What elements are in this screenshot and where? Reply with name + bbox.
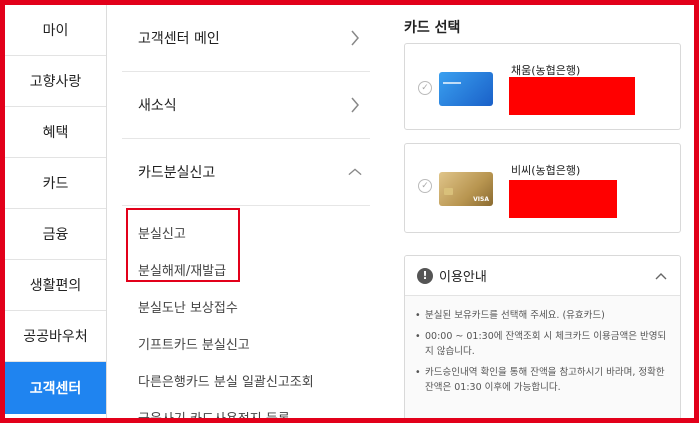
submenu-loss-release-reissue[interactable]: 분실해제/재발급 — [122, 251, 370, 288]
submenu-loss-report[interactable]: 분실신고 — [122, 214, 370, 251]
sidebar-item-benefits[interactable]: 혜택 — [5, 107, 106, 158]
check-circle-icon[interactable]: ✓ — [418, 179, 432, 193]
menu-row-label: 새소식 — [138, 98, 177, 114]
sidebar-item-finance[interactable]: 금융 — [5, 209, 106, 260]
card-image: VISA — [439, 172, 493, 206]
menu-row-customer-center-main[interactable]: 고객센터 메인 — [122, 5, 370, 72]
usage-guide-line: 00:00 ~ 01:30에 잔액조회 시 체크카드 이용금액은 반영되지 않습… — [415, 329, 670, 359]
usage-guide-header[interactable]: ! 이용안내 — [405, 256, 680, 296]
submenu-other-bank-bulk-report[interactable]: 다른은행카드 분실 일괄신고조회 — [122, 362, 370, 399]
redaction-box — [509, 180, 617, 218]
card-image — [439, 72, 493, 106]
menu-row-news[interactable]: 새소식 — [122, 72, 370, 139]
card-select-title: 카드 선택 — [404, 20, 461, 36]
sidebar-item-hometown[interactable]: 고향사랑 — [5, 56, 106, 107]
card-loss-submenu: 분실신고 분실해제/재발급 분실도난 보상접수 기프트카드 분실신고 다른은행카… — [122, 206, 370, 423]
submenu-theft-compensation[interactable]: 분실도난 보상접수 — [122, 288, 370, 325]
submenu-fraud-card-suspension[interactable]: 금융사기 카드사용정지 등록 — [122, 399, 370, 423]
usage-guide-line: 카드승인내역 확인을 통해 잔액을 참고하시기 바라며, 정확한 잔액은 01:… — [415, 365, 670, 395]
chevron-up-icon — [348, 165, 362, 179]
chevron-right-icon — [348, 97, 362, 113]
card-name: 채움(농협은행) — [511, 64, 581, 77]
usage-guide-panel: ! 이용안내 분실된 보유카드를 선택해 주세요. (유효카드) 00:00 ~… — [404, 255, 681, 423]
sidebar-item-my[interactable]: 마이 — [5, 5, 106, 56]
menu-row-label: 카드분실신고 — [138, 165, 216, 181]
customer-center-menu: 고객센터 메인 새소식 카드분실신고 분실신고 분실해제/재발급 분실도난 보상… — [122, 5, 370, 423]
menu-row-card-loss-report[interactable]: 카드분실신고 — [122, 139, 370, 206]
sidebar-item-life[interactable]: 생활편의 — [5, 260, 106, 311]
menu-row-label: 고객센터 메인 — [138, 31, 220, 47]
submenu-gift-card-loss[interactable]: 기프트카드 분실신고 — [122, 325, 370, 362]
card-option[interactable]: ✓ 채움(농협은행) — [404, 43, 681, 130]
card-select-panel: 카드 선택 ✓ 채움(농협은행) ✓ VISA 비씨(농협은행) ! 이용안내 … — [393, 5, 693, 423]
usage-guide-body: 분실된 보유카드를 선택해 주세요. (유효카드) 00:00 ~ 01:30에… — [405, 296, 680, 395]
card-option[interactable]: ✓ VISA 비씨(농협은행) — [404, 143, 681, 233]
exclamation-icon: ! — [417, 267, 433, 284]
redaction-box — [509, 77, 635, 115]
sidebar-item-voucher[interactable]: 공공바우처 — [5, 311, 106, 362]
chevron-right-icon — [348, 30, 362, 46]
chevron-up-icon — [654, 269, 668, 283]
category-sidebar: 마이 고향사랑 혜택 카드 금융 생활편의 공공바우처 고객센터 — [5, 5, 107, 418]
check-circle-icon[interactable]: ✓ — [418, 81, 432, 95]
card-name: 비씨(농협은행) — [511, 164, 581, 177]
sidebar-item-card[interactable]: 카드 — [5, 158, 106, 209]
sidebar-item-customer-center[interactable]: 고객센터 — [5, 362, 106, 414]
usage-guide-title: 이용안내 — [439, 270, 487, 285]
usage-guide-line: 분실된 보유카드를 선택해 주세요. (유효카드) — [415, 308, 670, 323]
